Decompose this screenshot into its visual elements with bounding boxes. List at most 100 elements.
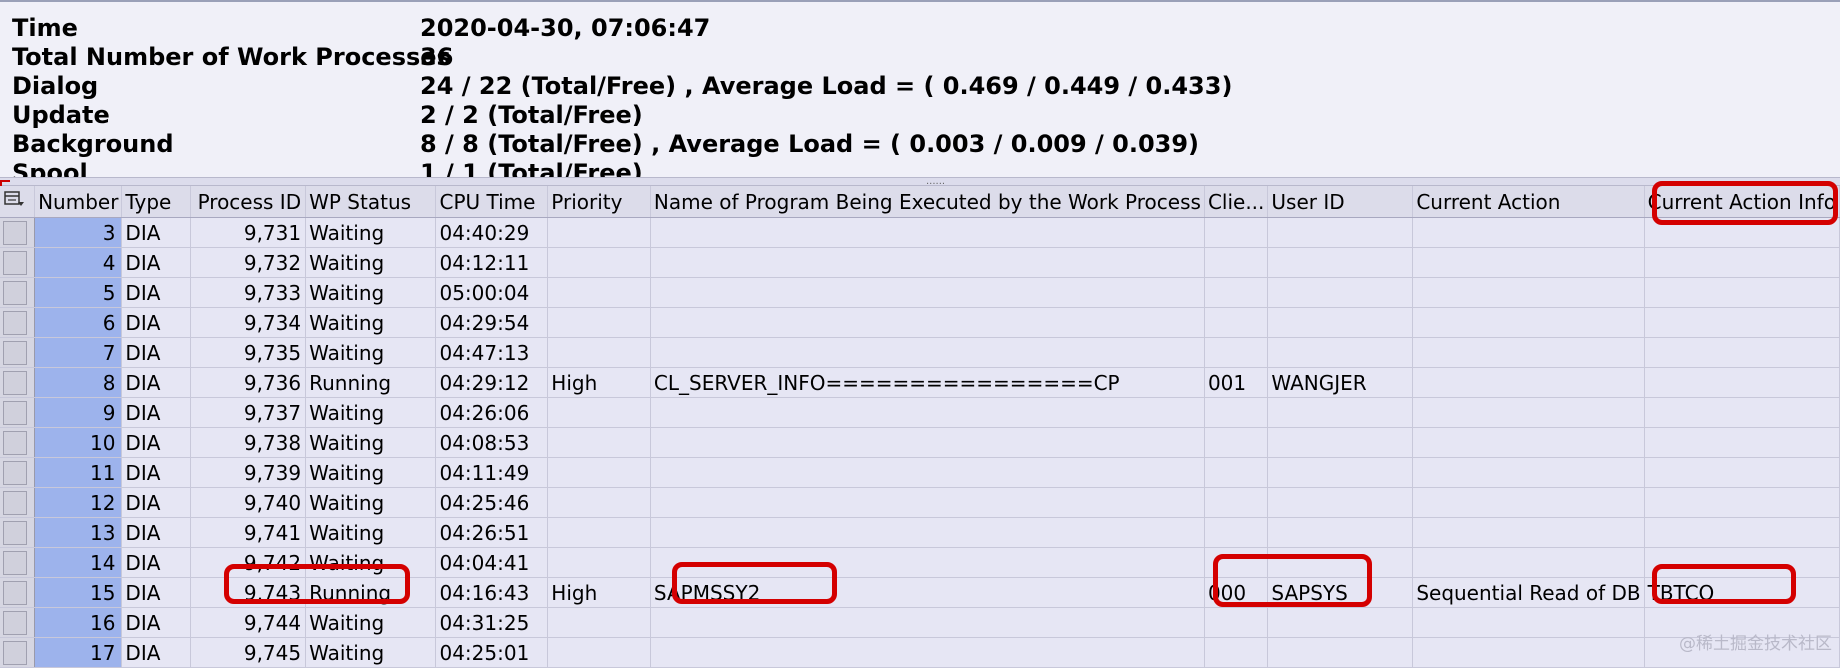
cell-program-name[interactable] xyxy=(650,427,1205,458)
cell-program-name[interactable] xyxy=(650,337,1205,368)
cell-client[interactable] xyxy=(1204,217,1269,248)
cell-priority[interactable] xyxy=(547,307,651,338)
cell-client[interactable] xyxy=(1204,307,1269,338)
row-selector[interactable] xyxy=(0,637,36,668)
cell-priority[interactable]: High xyxy=(547,577,651,608)
table-row[interactable]: 17 DIA 9,745 Waiting 04:25:01 xyxy=(0,637,1840,668)
cell-user-id[interactable] xyxy=(1267,277,1414,308)
cell-current-action-info[interactable] xyxy=(1644,427,1840,458)
cell-client[interactable] xyxy=(1204,397,1269,428)
cell-cpu-time[interactable]: 04:40:29 xyxy=(435,217,549,248)
cell-type[interactable]: DIA xyxy=(121,247,192,278)
cell-priority[interactable] xyxy=(547,487,651,518)
column-header-wp-status[interactable]: WP Status xyxy=(305,186,437,218)
cell-program-name[interactable] xyxy=(650,457,1205,488)
cell-wp-status[interactable]: Waiting xyxy=(305,487,437,518)
cell-wp-status[interactable]: Waiting xyxy=(305,337,437,368)
cell-user-id[interactable] xyxy=(1267,307,1414,338)
cell-number[interactable]: 11 xyxy=(34,457,123,488)
column-header-current-action[interactable]: Current Action xyxy=(1412,186,1645,218)
cell-process-id[interactable]: 9,734 xyxy=(190,307,307,338)
table-row[interactable]: 13 DIA 9,741 Waiting 04:26:51 xyxy=(0,517,1840,548)
row-selector[interactable] xyxy=(0,277,36,308)
cell-cpu-time[interactable]: 04:12:11 xyxy=(435,247,549,278)
cell-number[interactable]: 7 xyxy=(34,337,123,368)
cell-user-id[interactable] xyxy=(1267,337,1414,368)
column-header-type[interactable]: Type xyxy=(121,186,192,218)
row-selector[interactable] xyxy=(0,577,36,608)
cell-process-id[interactable]: 9,741 xyxy=(190,517,307,548)
cell-process-id[interactable]: 9,737 xyxy=(190,397,307,428)
cell-type[interactable]: DIA xyxy=(121,397,192,428)
cell-priority[interactable] xyxy=(547,277,651,308)
panel-splitter[interactable]: ...... xyxy=(0,177,1840,187)
cell-program-name[interactable] xyxy=(650,637,1205,668)
cell-wp-status[interactable]: Waiting xyxy=(305,607,437,638)
cell-type[interactable]: DIA xyxy=(121,367,192,398)
row-selector[interactable] xyxy=(0,367,36,398)
cell-current-action[interactable] xyxy=(1412,307,1645,338)
table-row[interactable]: 12 DIA 9,740 Waiting 04:25:46 xyxy=(0,487,1840,518)
cell-number[interactable]: 9 xyxy=(34,397,123,428)
cell-user-id[interactable] xyxy=(1267,217,1414,248)
cell-current-action[interactable] xyxy=(1412,337,1645,368)
column-header-number[interactable]: Number xyxy=(34,186,123,218)
cell-type[interactable]: DIA xyxy=(121,277,192,308)
cell-current-action-info[interactable] xyxy=(1644,337,1840,368)
cell-type[interactable]: DIA xyxy=(121,637,192,668)
cell-program-name[interactable] xyxy=(650,517,1205,548)
cell-wp-status[interactable]: Waiting xyxy=(305,637,437,668)
cell-cpu-time[interactable]: 04:08:53 xyxy=(435,427,549,458)
cell-user-id[interactable] xyxy=(1267,487,1414,518)
cell-wp-status[interactable]: Waiting xyxy=(305,247,437,278)
cell-process-id[interactable]: 9,744 xyxy=(190,607,307,638)
cell-cpu-time[interactable]: 04:11:49 xyxy=(435,457,549,488)
cell-number[interactable]: 14 xyxy=(34,547,123,578)
cell-cpu-time[interactable]: 04:16:43 xyxy=(435,577,549,608)
cell-cpu-time[interactable]: 04:29:54 xyxy=(435,307,549,338)
column-header-cpu-time[interactable]: CPU Time xyxy=(435,186,549,218)
cell-user-id[interactable] xyxy=(1267,247,1414,278)
cell-process-id[interactable]: 9,733 xyxy=(190,277,307,308)
column-header-user-id[interactable]: User ID xyxy=(1267,186,1414,218)
cell-cpu-time[interactable]: 04:04:41 xyxy=(435,547,549,578)
row-selector[interactable] xyxy=(0,337,36,368)
cell-process-id[interactable]: 9,740 xyxy=(190,487,307,518)
cell-number[interactable]: 3 xyxy=(34,217,123,248)
table-row[interactable]: 10 DIA 9,738 Waiting 04:08:53 xyxy=(0,427,1840,458)
cell-cpu-time[interactable]: 04:47:13 xyxy=(435,337,549,368)
row-selector[interactable] xyxy=(0,397,36,428)
table-row[interactable]: 16 DIA 9,744 Waiting 04:31:25 xyxy=(0,607,1840,638)
cell-wp-status[interactable]: Waiting xyxy=(305,427,437,458)
cell-cpu-time[interactable]: 05:00:04 xyxy=(435,277,549,308)
cell-current-action[interactable] xyxy=(1412,277,1645,308)
table-row[interactable]: 11 DIA 9,739 Waiting 04:11:49 xyxy=(0,457,1840,488)
cell-current-action-info[interactable] xyxy=(1644,457,1840,488)
cell-process-id[interactable]: 9,735 xyxy=(190,337,307,368)
column-header-process-id[interactable]: Process ID xyxy=(190,186,307,218)
cell-current-action[interactable] xyxy=(1412,247,1645,278)
cell-cpu-time[interactable]: 04:31:25 xyxy=(435,607,549,638)
cell-user-id[interactable] xyxy=(1267,637,1414,668)
cell-wp-status[interactable]: Waiting xyxy=(305,457,437,488)
cell-type[interactable]: DIA xyxy=(121,607,192,638)
cell-priority[interactable]: High xyxy=(547,367,651,398)
cell-type[interactable]: DIA xyxy=(121,457,192,488)
cell-priority[interactable] xyxy=(547,607,651,638)
cell-current-action-info[interactable] xyxy=(1644,487,1840,518)
cell-user-id[interactable] xyxy=(1267,427,1414,458)
cell-type[interactable]: DIA xyxy=(121,217,192,248)
cell-current-action-info[interactable] xyxy=(1644,367,1840,398)
column-header-program-name[interactable]: Name of Program Being Executed by the Wo… xyxy=(650,186,1205,218)
table-row[interactable]: 4 DIA 9,732 Waiting 04:12:11 xyxy=(0,247,1840,278)
row-selector[interactable] xyxy=(0,487,36,518)
cell-wp-status[interactable]: Waiting xyxy=(305,217,437,248)
cell-cpu-time[interactable]: 04:26:51 xyxy=(435,517,549,548)
cell-current-action[interactable] xyxy=(1412,637,1645,668)
cell-type[interactable]: DIA xyxy=(121,547,192,578)
cell-wp-status[interactable]: Waiting xyxy=(305,277,437,308)
cell-number[interactable]: 5 xyxy=(34,277,123,308)
cell-client[interactable] xyxy=(1204,277,1269,308)
cell-current-action[interactable] xyxy=(1412,217,1645,248)
cell-priority[interactable] xyxy=(547,637,651,668)
